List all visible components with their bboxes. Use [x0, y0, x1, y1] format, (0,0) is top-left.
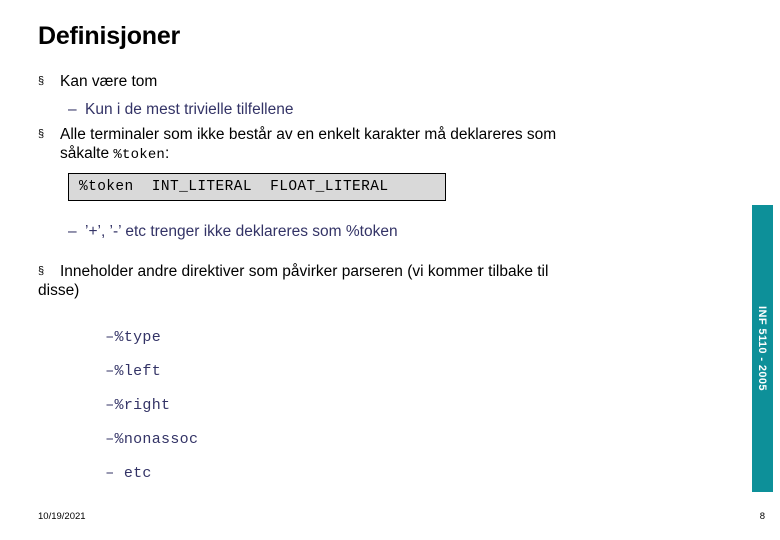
bullet-item-2-line-2-suffix: :	[165, 145, 170, 162]
page-title: Definisjoner	[38, 22, 181, 50]
dash-marker-icon: –	[105, 431, 115, 448]
directive-label: %type	[114, 329, 162, 346]
dash-marker-icon: –	[105, 329, 115, 346]
bullet-item-3-line-2: disse)	[38, 282, 80, 299]
bullet-item-1: § Kan være tom	[38, 72, 718, 91]
sub-bullet-item-2-text: ’+’, ’-’ etc trenger ikke deklareres som…	[85, 223, 398, 240]
slide-canvas: Definisjoner § Kan være tom – Kun i de me…	[0, 0, 780, 540]
bullet-marker-square: §	[38, 265, 45, 277]
footer-page-number: 8	[759, 511, 765, 522]
dash-marker-icon: –	[105, 397, 115, 414]
bullet-marker-square: §	[38, 75, 45, 87]
bullet-item-2-line-1: Alle terminaler som ikke består av en en…	[60, 126, 557, 143]
sub-bullet-item-1: – Kun i de mest trivielle tilfellene	[68, 100, 294, 119]
bullet-item-2-line-2-prefix: såkalte	[60, 145, 114, 162]
bullet-item-2: § Alle terminaler som ikke består av en …	[38, 125, 728, 165]
directive-label: %nonassoc	[114, 431, 199, 448]
inline-code-token: %token	[113, 147, 166, 163]
dash-marker-icon: –	[105, 465, 115, 482]
directive-label: etc	[114, 465, 152, 482]
course-side-bar-label: INF 5110 - 2005	[756, 306, 769, 391]
course-side-bar: INF 5110 - 2005	[752, 205, 773, 492]
bullet-item-2-text: Alle terminaler som ikke består av en en…	[60, 125, 556, 165]
bullet-item-3-line-1: Inneholder andre direktiver som påvirker…	[60, 263, 549, 280]
footer-date: 10/19/2021	[38, 511, 86, 522]
dash-marker-icon: –	[68, 223, 77, 240]
code-snippet-text: %token INT_LITERAL FLOAT_LITERAL	[79, 179, 389, 195]
dash-marker-icon: –	[68, 101, 77, 118]
directive-label: %right	[114, 397, 171, 414]
dash-marker-icon: –	[105, 363, 115, 380]
sub-bullet-item-2: – ’+’, ’-’ etc trenger ikke deklareres so…	[68, 222, 398, 241]
bullet-item-1-text: Kan være tom	[60, 73, 158, 90]
code-snippet-box: %token INT_LITERAL FLOAT_LITERAL	[68, 173, 446, 201]
bullet-marker-square: §	[38, 128, 45, 140]
bullet-item-3: § Inneholder andre direktiver som påvirk…	[38, 262, 738, 281]
directive-item-etc: – etc	[68, 448, 152, 499]
directive-label: %left	[114, 363, 162, 380]
bullet-item-3-text: Inneholder andre direktiver som påvirker…	[60, 262, 548, 281]
sub-bullet-item-1-text: Kun i de mest trivielle tilfellene	[85, 101, 294, 118]
